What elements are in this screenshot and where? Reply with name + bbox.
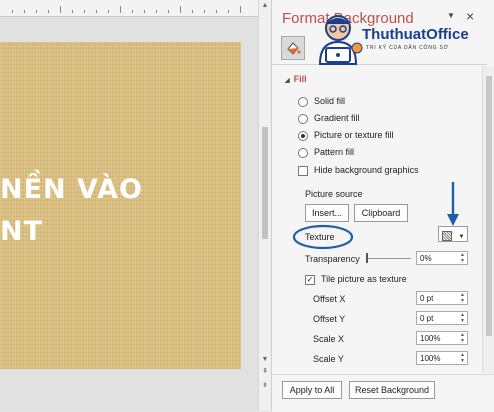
scale-y-value: 100% bbox=[420, 354, 441, 363]
fill-option-pattern[interactable]: Pattern fill bbox=[298, 147, 354, 158]
clipboard-button[interactable]: Clipboard bbox=[354, 204, 408, 222]
spinner-arrows-icon[interactable]: ▲ ▼ bbox=[460, 292, 465, 304]
scale-y-spinbox[interactable]: 100% ▲ ▼ bbox=[416, 351, 468, 365]
logo-subtitle: TRI KỶ CỦA DÂN CÔNG SỞ bbox=[366, 45, 449, 51]
scrollbar-thumb[interactable] bbox=[262, 127, 268, 239]
reset-background-button[interactable]: Reset Background bbox=[349, 381, 435, 399]
chevron-down-icon: ▼ bbox=[458, 234, 465, 240]
fill-option-label: Gradient fill bbox=[314, 113, 360, 123]
fill-section-label: Fill bbox=[293, 74, 307, 84]
spinner-arrows-icon[interactable]: ▲ ▼ bbox=[460, 312, 465, 324]
offset-y-label: Offset Y bbox=[313, 314, 346, 324]
offset-x-label: Offset X bbox=[313, 294, 346, 304]
transparency-slider-track[interactable] bbox=[367, 258, 411, 259]
tile-picture-label: Tile picture as texture bbox=[321, 274, 407, 284]
offset-x-spinbox[interactable]: 0 pt ▲ ▼ bbox=[416, 291, 468, 305]
slide-title-line-2[interactable]: NT bbox=[0, 216, 43, 247]
hide-background-label: Hide background graphics bbox=[314, 165, 419, 175]
texture-picker-dropdown[interactable]: ▼ bbox=[438, 226, 468, 242]
fill-section-header[interactable]: ◢ Fill bbox=[285, 74, 307, 84]
scroll-down-arrow-icon[interactable]: ▼ bbox=[261, 356, 269, 364]
pane-footer: Apply to All Reset Background bbox=[272, 374, 494, 412]
pane-scrollbar-thumb[interactable] bbox=[486, 76, 492, 336]
annotation-ellipse bbox=[292, 224, 354, 250]
hide-background-graphics-option[interactable]: Hide background graphics bbox=[298, 165, 419, 176]
slide-canvas[interactable]: NỀN VÀO NT bbox=[0, 42, 241, 369]
pane-vertical-scrollbar[interactable] bbox=[482, 66, 494, 373]
transparency-label: Transparency bbox=[305, 254, 360, 264]
slide-vertical-scrollbar[interactable]: ▲ ▼ ⇞ ⇟ bbox=[258, 0, 271, 411]
scale-x-label: Scale X bbox=[313, 334, 345, 344]
transparency-spinbox[interactable]: 0% ▲ ▼ bbox=[416, 251, 468, 265]
fill-option-label: Picture or texture fill bbox=[314, 130, 394, 140]
collapse-triangle-icon: ◢ bbox=[285, 78, 290, 84]
apply-to-all-button[interactable]: Apply to All bbox=[282, 381, 342, 399]
thuthuatoffice-logo: ThuthuatOffice TRI KỶ CỦA DÂN CÔNG SỞ bbox=[308, 10, 494, 70]
fill-option-label: Solid fill bbox=[314, 96, 346, 106]
checkbox-checked[interactable]: ✓ bbox=[305, 274, 315, 285]
offset-y-spinbox[interactable]: 0 pt ▲ ▼ bbox=[416, 311, 468, 325]
texture-swatch-icon bbox=[442, 230, 452, 241]
previous-slide-icon[interactable]: ⇞ bbox=[261, 368, 269, 376]
annotation-arrow-icon bbox=[447, 182, 459, 226]
radio-button[interactable] bbox=[298, 147, 308, 158]
fill-tab-paint-bucket-icon[interactable] bbox=[281, 36, 305, 60]
offset-x-value: 0 pt bbox=[420, 294, 434, 303]
spinner-arrows-icon[interactable]: ▲ ▼ bbox=[460, 352, 465, 364]
radio-button[interactable] bbox=[298, 113, 308, 124]
next-slide-icon[interactable]: ⇟ bbox=[261, 382, 269, 390]
spinner-arrows-icon[interactable]: ▲ ▼ bbox=[460, 252, 465, 264]
fill-option-picture-texture[interactable]: Picture or texture fill bbox=[298, 130, 394, 141]
logo-mascot-icon bbox=[318, 15, 363, 65]
radio-button[interactable] bbox=[298, 96, 308, 107]
offset-y-value: 0 pt bbox=[420, 314, 434, 323]
scale-y-label: Scale Y bbox=[313, 354, 344, 364]
fill-option-label: Pattern fill bbox=[314, 147, 355, 157]
insert-button[interactable]: Insert... bbox=[305, 204, 349, 222]
picture-source-label: Picture source bbox=[305, 189, 363, 199]
scroll-up-arrow-icon[interactable]: ▲ bbox=[261, 2, 269, 10]
radio-button-selected[interactable] bbox=[298, 130, 308, 141]
logo-title: ThuthuatOffice bbox=[362, 26, 469, 43]
checkbox[interactable] bbox=[298, 165, 308, 176]
tile-picture-option[interactable]: ✓ Tile picture as texture bbox=[305, 274, 407, 285]
slide-editor-area: NỀN VÀO NT bbox=[0, 0, 258, 411]
transparency-value: 0% bbox=[420, 254, 432, 263]
slide-title-line-1[interactable]: NỀN VÀO bbox=[0, 174, 143, 205]
scale-x-value: 100% bbox=[420, 334, 441, 343]
horizontal-ruler bbox=[0, 0, 258, 17]
scale-x-spinbox[interactable]: 100% ▲ ▼ bbox=[416, 331, 468, 345]
spinner-arrows-icon[interactable]: ▲ ▼ bbox=[460, 332, 465, 344]
transparency-slider-thumb[interactable] bbox=[366, 253, 368, 263]
fill-option-solid[interactable]: Solid fill bbox=[298, 96, 345, 107]
fill-option-gradient[interactable]: Gradient fill bbox=[298, 113, 360, 124]
